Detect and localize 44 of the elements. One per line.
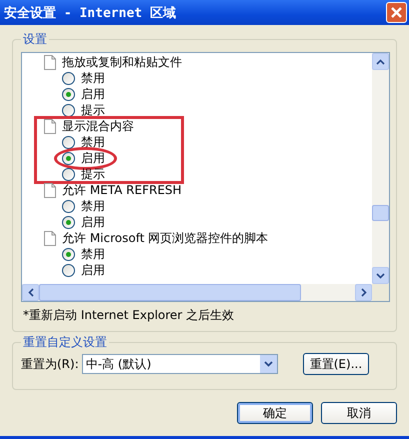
close-button[interactable] [386, 2, 407, 23]
scrollbar-corner [372, 284, 389, 301]
radio-button[interactable] [62, 200, 75, 212]
scroll-thumb[interactable] [372, 205, 389, 221]
dialog-button[interactable]: 确定 [237, 402, 313, 424]
option-label[interactable]: 启用 [81, 262, 105, 278]
radio-button[interactable] [62, 104, 75, 116]
radio-button[interactable] [62, 72, 75, 84]
setting-name: 允许 Microsoft 网页浏览器控件的脚本 [62, 230, 268, 246]
group-title: 重置自定义设置 [22, 334, 108, 351]
vertical-scrollbar[interactable] [372, 53, 389, 284]
restart-note: *重新启动 Internet Explorer 之后生效 [22, 307, 236, 324]
radio-button[interactable] [62, 88, 75, 100]
option-label[interactable]: 启用 [81, 214, 105, 230]
horizontal-scrollbar[interactable] [22, 284, 389, 301]
radio-button[interactable] [62, 248, 75, 260]
radio-button[interactable] [62, 136, 75, 148]
setting-name: 允许 META REFRESH [62, 182, 182, 198]
option-label[interactable]: 禁用 [81, 198, 105, 214]
reset-button[interactable]: 重置(E)... [302, 353, 370, 375]
window-title: 安全设置 - Internet 区域 [4, 4, 176, 22]
radio-button[interactable] [62, 168, 75, 180]
document-icon [44, 54, 56, 70]
setting-name: 显示混合内容 [62, 118, 134, 134]
radio-button[interactable] [62, 264, 75, 276]
document-icon [44, 182, 56, 198]
radio-button[interactable] [62, 216, 75, 228]
group-title: 设置 [22, 31, 48, 48]
close-icon [390, 6, 403, 19]
reset-label: 重置为(R): [21, 356, 79, 372]
document-icon [44, 118, 56, 134]
option-label[interactable]: 禁用 [81, 134, 105, 150]
option-label[interactable]: 禁用 [81, 70, 105, 86]
setting-name: 拖放或复制和粘贴文件 [62, 54, 182, 70]
option-label[interactable]: 禁用 [81, 246, 105, 262]
radio-button[interactable] [62, 152, 75, 164]
level-dropdown[interactable]: 中-高 (默认) [82, 354, 278, 374]
scroll-thumb[interactable] [39, 284, 301, 301]
option-label[interactable]: 启用 [81, 150, 105, 166]
option-label[interactable]: 提示 [81, 102, 105, 118]
document-icon [44, 230, 56, 246]
dialog-button[interactable]: 取消 [321, 402, 397, 424]
option-label[interactable]: 提示 [81, 166, 105, 182]
option-label[interactable]: 启用 [81, 86, 105, 102]
